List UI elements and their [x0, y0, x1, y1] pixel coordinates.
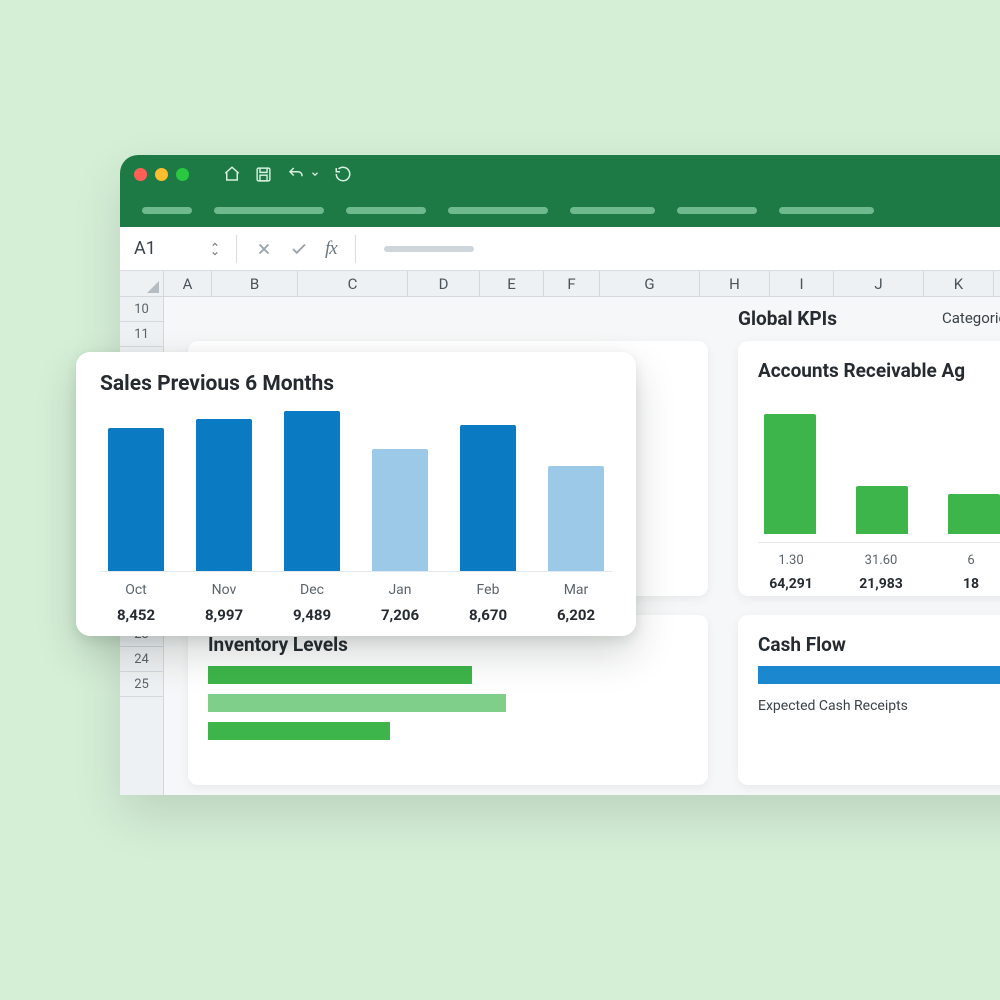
- row-header[interactable]: 10: [120, 297, 163, 322]
- sales-bars: [100, 410, 612, 572]
- minimize-icon[interactable]: [155, 168, 168, 181]
- ribbon-tab[interactable]: [570, 207, 655, 214]
- cashflow-label: Expected Cash Receipts: [758, 698, 1000, 714]
- ribbon-tab[interactable]: [346, 207, 426, 214]
- ribbon-tab[interactable]: [448, 207, 548, 214]
- column-header[interactable]: C: [298, 271, 408, 296]
- categories-label: Categories:: [942, 309, 1000, 327]
- ribbon-tab[interactable]: [214, 207, 324, 214]
- ribbon-tab[interactable]: [677, 207, 757, 214]
- ar-column-label: 1.3064,291: [760, 553, 822, 592]
- column-header[interactable]: D: [408, 271, 480, 296]
- confirm-icon[interactable]: [285, 240, 313, 258]
- ar-column-label: 31.6021,983: [850, 553, 912, 592]
- sales-column-label: Dec9,489: [280, 582, 344, 624]
- row-header[interactable]: 24: [120, 647, 163, 672]
- inventory-bars: [208, 666, 688, 740]
- sales-bar: [196, 419, 252, 571]
- cashflow-bar: [758, 666, 1000, 684]
- column-header[interactable]: J: [834, 271, 924, 296]
- window-controls: [134, 168, 189, 181]
- name-box[interactable]: A1: [130, 238, 200, 259]
- ar-bar: [856, 486, 908, 534]
- close-icon[interactable]: [134, 168, 147, 181]
- sales-column-label: Feb8,670: [456, 582, 520, 624]
- separator: [355, 235, 356, 263]
- fx-icon[interactable]: fx: [321, 238, 341, 260]
- panel-title: Cash Flow: [758, 633, 1000, 656]
- sales-bar: [372, 449, 428, 571]
- sales-bar: [108, 428, 164, 571]
- ar-column-label: 618: [940, 553, 1000, 592]
- sales-labels: Oct8,452 Nov8,997 Dec9,489 Jan7,206 Feb8,670…: [100, 572, 612, 624]
- inventory-bar: [208, 722, 390, 740]
- cancel-icon[interactable]: [251, 240, 277, 258]
- ar-bar: [948, 494, 1000, 534]
- inventory-panel: Inventory Levels: [188, 615, 708, 785]
- column-header[interactable]: F: [544, 271, 600, 296]
- column-header[interactable]: H: [700, 271, 770, 296]
- panel-title: Inventory Levels: [208, 633, 688, 656]
- sales-column-label: Nov8,997: [192, 582, 256, 624]
- ar-bars: [758, 404, 1000, 534]
- refresh-icon[interactable]: [334, 165, 352, 183]
- column-header[interactable]: A: [164, 271, 212, 296]
- sales-bar: [460, 425, 516, 571]
- column-header[interactable]: K: [924, 271, 994, 296]
- column-header[interactable]: E: [480, 271, 544, 296]
- sales-bar: [548, 466, 604, 571]
- sales-card-title: Sales Previous 6 Months: [100, 372, 612, 396]
- select-all-corner[interactable]: [120, 271, 164, 296]
- sales-column-label: Jan7,206: [368, 582, 432, 624]
- panel-title: Accounts Receivable Ag: [758, 359, 1000, 382]
- accounts-receivable-panel: Accounts Receivable Ag 1.3064,291 31.6021…: [738, 341, 1000, 596]
- ar-labels-row: 1.3064,291 31.6021,983 618: [758, 542, 1000, 592]
- sales-column-label: Mar6,202: [544, 582, 608, 624]
- formula-input[interactable]: [384, 246, 474, 252]
- cashflow-panel: Cash Flow Expected Cash Receipts: [738, 615, 1000, 785]
- sales-bar: [284, 411, 340, 571]
- ribbon-tab[interactable]: [779, 207, 874, 214]
- sales-card: Sales Previous 6 Months Oct8,452 Nov8,997…: [76, 352, 636, 636]
- inventory-bar: [208, 694, 506, 712]
- home-icon[interactable]: [223, 165, 241, 183]
- zoom-icon[interactable]: [176, 168, 189, 181]
- column-header[interactable]: G: [600, 271, 700, 296]
- ar-bar: [764, 414, 816, 534]
- ribbon-tab[interactable]: [142, 207, 192, 214]
- kpi-section-title: Global KPIs: [738, 307, 837, 330]
- sales-column-label: Oct8,452: [104, 582, 168, 624]
- column-headers: ABCDEFGHIJK: [120, 271, 1000, 297]
- name-box-stepper[interactable]: [208, 240, 222, 258]
- save-icon[interactable]: [255, 166, 272, 183]
- inventory-bar: [208, 666, 472, 684]
- column-header[interactable]: I: [770, 271, 834, 296]
- chevron-down-icon[interactable]: [310, 169, 320, 179]
- ribbon-tabs: [120, 193, 1000, 227]
- undo-icon[interactable]: [286, 165, 306, 183]
- separator: [236, 235, 237, 263]
- titlebar: [120, 155, 1000, 193]
- formula-bar: A1 fx: [120, 227, 1000, 271]
- row-header[interactable]: 11: [120, 322, 163, 347]
- row-header[interactable]: 25: [120, 672, 163, 697]
- column-header[interactable]: B: [212, 271, 298, 296]
